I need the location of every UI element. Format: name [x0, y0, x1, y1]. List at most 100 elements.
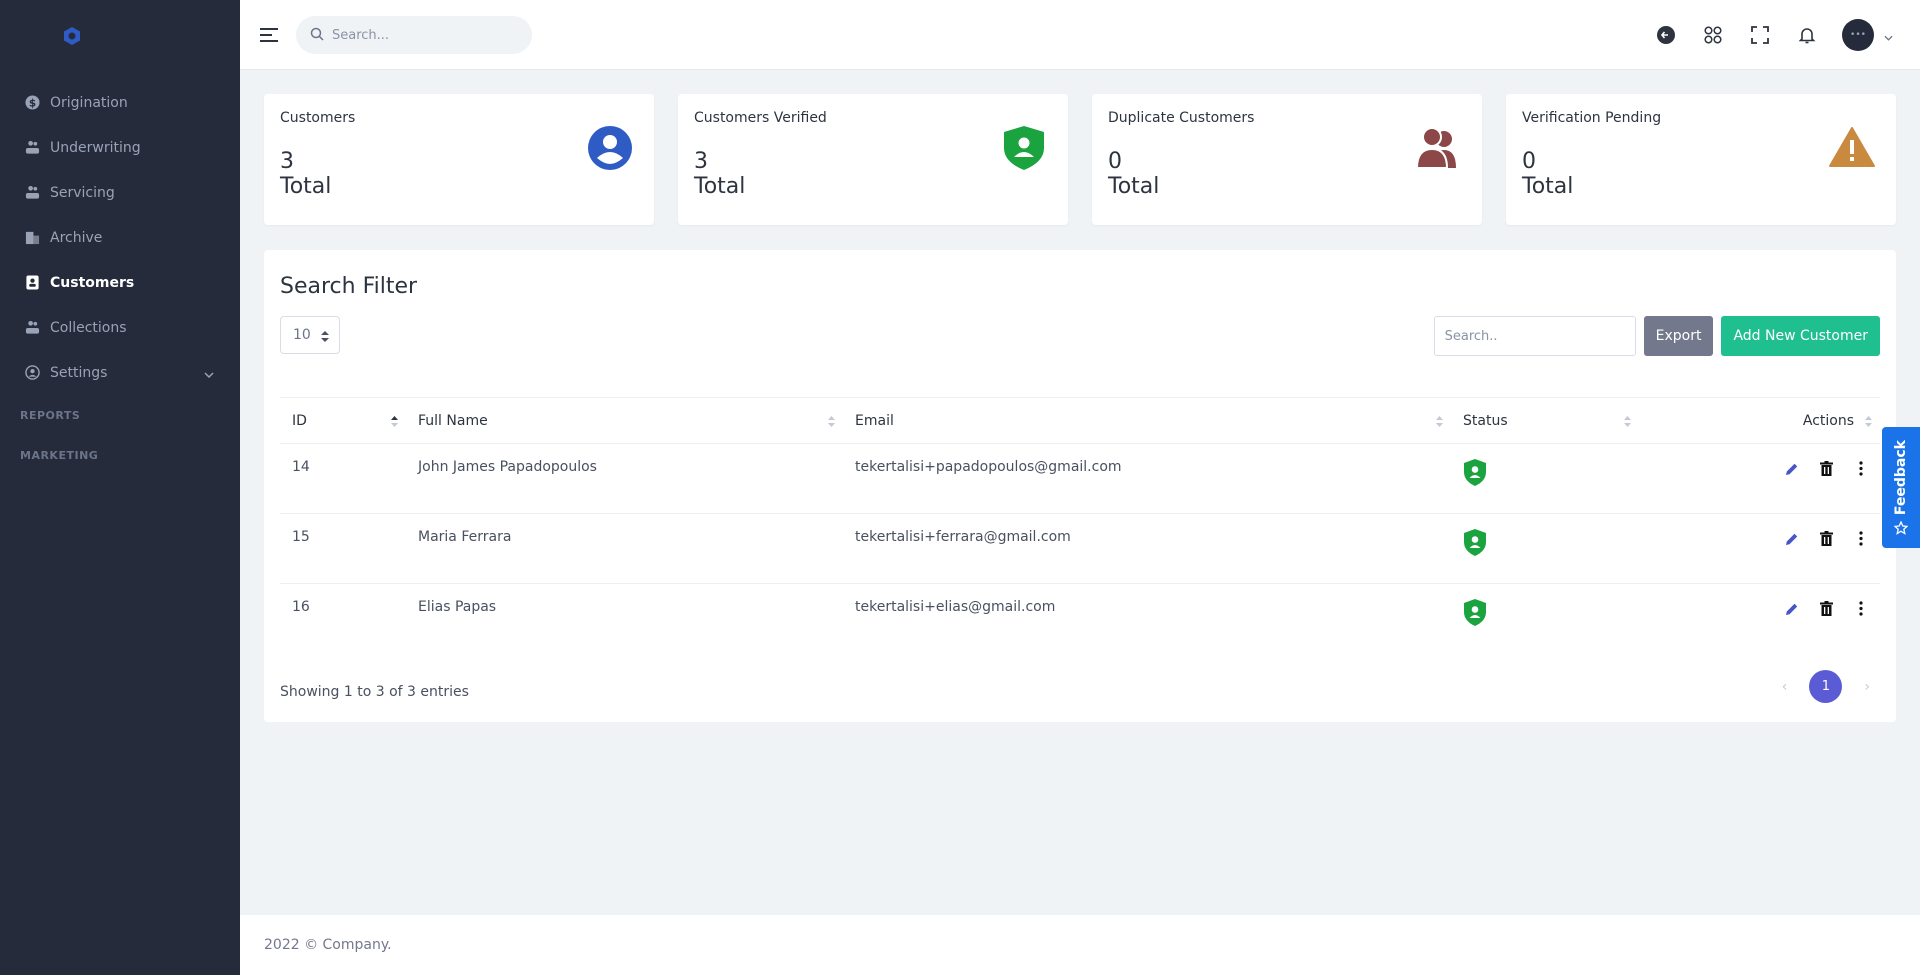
apps-grid-icon[interactable] [1701, 23, 1725, 47]
cell-full-name: Elias Papas [418, 599, 497, 615]
hand-users-icon [25, 185, 40, 200]
sidebar-item-label: Settings [50, 364, 108, 381]
add-new-customer-button[interactable]: Add New Customer [1721, 316, 1880, 356]
edit-pencil-icon[interactable] [1783, 600, 1801, 618]
column-header-status[interactable]: Status [1451, 397, 1639, 444]
pagination-prev[interactable]: ‹ [1782, 679, 1788, 695]
feedback-tab[interactable]: Feedback [1882, 427, 1920, 548]
dollar-circle-icon: $ [25, 95, 40, 110]
sidebar-item-archive[interactable]: Archive [0, 215, 240, 260]
page-length-select[interactable]: 10 [280, 316, 340, 354]
back-circle-icon[interactable] [1654, 23, 1678, 47]
search-icon [310, 26, 324, 45]
sidebar-item-label: Underwriting [50, 139, 141, 156]
topbar: ••• [240, 0, 1920, 70]
logo[interactable] [0, 0, 240, 72]
stat-card-unit: Total [694, 174, 746, 199]
panel-title: Search Filter [280, 274, 418, 299]
cell-status [1451, 443, 1639, 514]
cell-actions [1639, 513, 1880, 584]
stat-card-duplicate-customers: Duplicate Customers 0 Total [1092, 94, 1482, 225]
cell-actions [1639, 584, 1880, 654]
footer: 2022 © Company. [240, 915, 1920, 975]
table-tools: Export Add New Customer [1433, 316, 1880, 356]
building-icon [25, 230, 40, 245]
table-header-row: ID Full Name Email Status Actions [280, 397, 1880, 444]
column-header-actions[interactable]: Actions [1639, 397, 1880, 444]
fullscreen-icon[interactable] [1748, 23, 1772, 47]
table-row: 16 Elias Papas tekertalisi+elias@gmail.c… [280, 584, 1880, 654]
edit-pencil-icon[interactable] [1783, 530, 1801, 548]
star-icon [1894, 521, 1908, 535]
delete-trash-icon[interactable] [1818, 459, 1836, 477]
sidebar-item-origination[interactable]: $ Origination [0, 80, 240, 125]
verified-shield-icon [1464, 459, 1486, 486]
sidebar-item-servicing[interactable]: Servicing [0, 170, 240, 215]
column-label: ID [292, 412, 307, 429]
stat-card-unit: Total [280, 174, 332, 199]
sidebar-item-label: Archive [50, 229, 103, 246]
contact-card-icon [25, 275, 40, 290]
column-header-full-name[interactable]: Full Name [406, 397, 843, 444]
footer-copyright: 2022 © Company. [264, 937, 392, 953]
edit-pencil-icon[interactable] [1783, 460, 1801, 478]
more-vertical-icon[interactable] [1852, 529, 1870, 547]
user-menu[interactable]: ••• [1842, 19, 1893, 51]
users-icon [1415, 127, 1456, 169]
customers-table: ID Full Name Email Status Actions 14 Joh… [280, 397, 1880, 654]
pagination-page-1[interactable]: 1 [1809, 670, 1843, 703]
column-header-id[interactable]: ID [280, 397, 406, 444]
sort-icon [1865, 415, 1872, 431]
stat-card-verification-pending: Verification Pending 0 Total [1506, 94, 1896, 225]
sidebar-item-label: Origination [50, 94, 128, 111]
delete-trash-icon[interactable] [1818, 529, 1836, 547]
stat-card-value: 3 [280, 149, 294, 174]
cell-full-name: Maria Ferrara [406, 513, 843, 584]
sidebar-item-customers[interactable]: Customers [0, 260, 240, 305]
stat-card-value: 0 [1522, 149, 1536, 174]
page-length-value: 10 [293, 327, 311, 343]
more-vertical-icon[interactable] [1852, 599, 1870, 617]
stat-card-unit: Total [1108, 174, 1160, 199]
entries-info: Showing 1 to 3 of 3 entries [280, 684, 469, 700]
stat-card-label: Verification Pending [1522, 110, 1662, 126]
customers-panel: Search Filter 10 Export Add New Customer… [264, 250, 1896, 722]
sidebar-item-settings[interactable]: Settings [0, 350, 240, 395]
column-label: Actions [1802, 412, 1854, 429]
chevron-down-icon [204, 366, 214, 382]
table-search-input[interactable] [1433, 316, 1636, 356]
bell-icon[interactable] [1795, 23, 1819, 47]
sort-icon [828, 415, 835, 431]
stat-card-label: Duplicate Customers [1108, 110, 1255, 126]
hand-users-icon [25, 320, 40, 335]
stat-card-value: 0 [1108, 149, 1122, 174]
menu-toggle-icon[interactable] [258, 24, 280, 46]
global-search-input[interactable] [332, 27, 512, 43]
sidebar: $ Origination Underwriting Servicing Arc… [0, 0, 240, 975]
pagination-next[interactable]: › [1864, 679, 1870, 695]
sidebar-item-label: Collections [50, 319, 127, 336]
delete-trash-icon[interactable] [1818, 599, 1836, 617]
sort-asc-icon [391, 415, 398, 431]
sort-arrows-icon [321, 330, 329, 346]
sidebar-section-marketing: MARKETING [20, 448, 99, 462]
stat-card-value: 3 [694, 149, 708, 174]
verified-shield-icon [1464, 599, 1486, 626]
global-search [296, 16, 532, 54]
sidebar-item-label: Servicing [50, 184, 115, 201]
more-vertical-icon[interactable] [1852, 459, 1870, 477]
sidebar-item-underwriting[interactable]: Underwriting [0, 125, 240, 170]
sidebar-item-collections[interactable]: Collections [0, 305, 240, 350]
cell-email: tekertalisi+elias@gmail.com [855, 599, 1056, 615]
cell-id: 14 [280, 443, 406, 514]
avatar: ••• [1842, 19, 1874, 51]
svg-text:$: $ [29, 97, 36, 109]
stat-card-unit: Total [1522, 174, 1574, 199]
table-row: 14 John James Papadopoulos tekertalisi+p… [280, 443, 1880, 514]
chevron-down-icon [1884, 26, 1893, 45]
cell-status [1451, 513, 1639, 584]
export-button[interactable]: Export [1643, 316, 1714, 356]
sidebar-section-reports: REPORTS [20, 408, 81, 422]
column-header-email[interactable]: Email [843, 397, 1451, 444]
stat-card-label: Customers [280, 110, 356, 126]
